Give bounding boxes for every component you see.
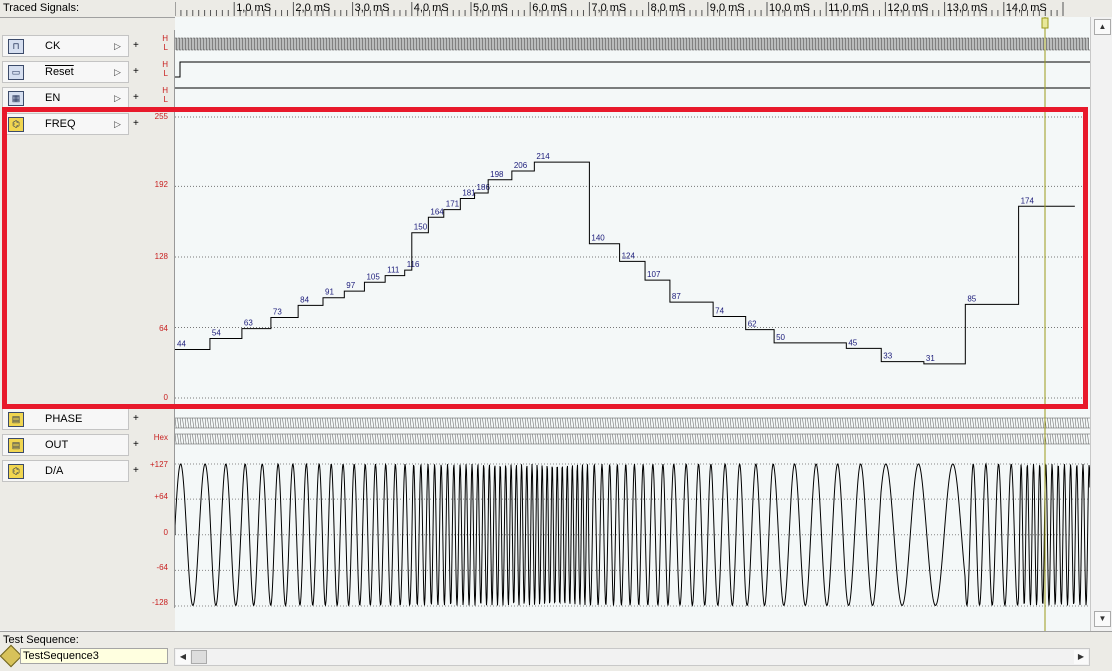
ruler-label: 13,0 mS (947, 2, 988, 14)
ruler-label: 11,0 mS (828, 2, 868, 14)
scale-label: +64 (154, 492, 168, 501)
ruler-label: 4,0 mS (414, 2, 449, 14)
ruler-label: 7,0 mS (591, 2, 626, 14)
scale-label: L (163, 43, 168, 52)
ruler-label: 8,0 mS (651, 2, 686, 14)
signal-options-icon[interactable]: ▷ (111, 92, 124, 104)
cursor-handle-icon (1041, 17, 1049, 29)
ruler-label: 3,0 mS (355, 2, 390, 14)
highlight-box (2, 107, 1088, 409)
scroll-down-icon[interactable]: ▼ (1094, 611, 1111, 627)
signal-options-icon[interactable]: ▷ (111, 66, 124, 78)
scale-label: H (162, 86, 168, 95)
scroll-up-icon[interactable]: ▲ (1094, 19, 1111, 35)
scale-label: -128 (151, 598, 168, 607)
scale-label: L (163, 69, 168, 78)
signal-label-da: D/A (45, 465, 64, 477)
reset-icon: ▭ (8, 65, 24, 80)
signal-label-ck: CK (45, 40, 61, 52)
signal-options-icon[interactable]: ▷ (111, 40, 124, 52)
clock-icon: ⊓ (8, 39, 24, 54)
signal-row-reset[interactable]: ▭ Reset ▷ (2, 61, 129, 83)
signal-row-ck[interactable]: ⊓ CK ▷ (2, 35, 129, 57)
analog-signal-icon: ⌬ (8, 464, 24, 479)
ruler-label: 10,0 mS (769, 2, 810, 14)
ruler-label: 12,0 mS (887, 2, 928, 14)
out-bus (175, 433, 1089, 445)
signal-label-reset: Reset (45, 66, 74, 78)
ck-trace (175, 37, 1090, 51)
scale-label: H (162, 34, 168, 43)
signal-row-out[interactable]: ▤ OUT (2, 434, 129, 456)
ruler-label: 9,0 mS (710, 2, 745, 14)
signal-row-en[interactable]: ▦ EN ▷ (2, 87, 129, 109)
phase-bus (175, 417, 1089, 429)
signal-label-en: EN (45, 92, 61, 104)
scroll-thumb[interactable] (191, 650, 207, 664)
scale-label: H (162, 60, 168, 69)
test-sequence-field[interactable]: TestSequence3 (20, 648, 168, 664)
ruler-label: 6,0 mS (532, 2, 567, 14)
vertical-scrollbar[interactable]: ▲ ▼ (1090, 17, 1112, 631)
enable-icon: ▦ (8, 91, 24, 106)
ruler-label: 5,0 mS (473, 2, 508, 14)
scroll-right-icon[interactable]: ▶ (1074, 650, 1088, 664)
scale-label: 0 (163, 528, 168, 537)
time-ruler[interactable]: 1,0 mS 2,0 mS 3,0 mS 4,0 mS 5,0 mS 6,0 mS 7,0 … (175, 0, 1090, 17)
scale-label: +127 (149, 460, 168, 469)
reset-waveform (175, 61, 1090, 78)
ck-waveform (175, 37, 1090, 51)
bus-icon: ▤ (8, 438, 24, 453)
scale-label: L (163, 95, 168, 104)
bus-icon: ▤ (8, 412, 24, 427)
ruler-label: 1,0 mS (236, 2, 271, 14)
ruler-label: 2,0 mS (295, 2, 330, 14)
signal-row-da[interactable]: ⌬ D/A (2, 460, 129, 482)
horizontal-scrollbar[interactable]: ◀ ▶ (174, 648, 1090, 666)
scale-label: Hex (153, 433, 168, 442)
traced-signals-title: Traced Signals: (3, 2, 80, 14)
signal-row-phase[interactable]: ▤ PHASE (2, 408, 129, 430)
test-sequence-label: Test Sequence: (3, 634, 79, 646)
signal-label-phase: PHASE (45, 413, 83, 425)
scroll-left-icon[interactable]: ◀ (176, 650, 190, 664)
signal-label-out: OUT (45, 439, 69, 451)
ruler-label: 14,0 mS (1006, 2, 1047, 14)
scale-label: -64 (156, 563, 168, 572)
